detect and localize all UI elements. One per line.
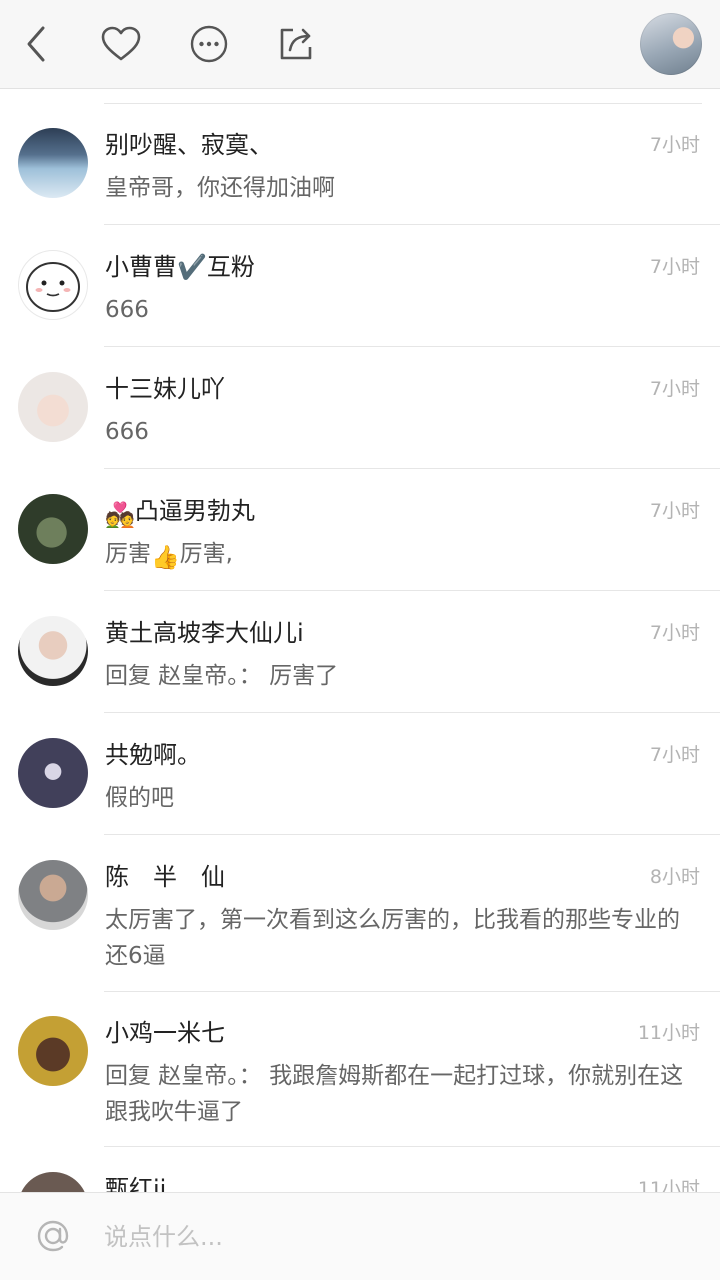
thumbs-up-icon: 👍: [151, 545, 180, 571]
share-button[interactable]: [274, 22, 318, 66]
divider: [104, 103, 702, 104]
comment-text: 太厉害了，第一次看到这么厉害的，比我看的那些专业的还6逼: [105, 907, 680, 969]
comment-author[interactable]: 共勉啊。: [105, 738, 201, 772]
comment-time: 11小时: [637, 1022, 700, 1044]
avatar[interactable]: [18, 128, 88, 198]
comment-text: 回复 赵皇帝。： 我跟詹姆斯都在一起打过球，你就别在这跟我吹牛逼了: [105, 1063, 684, 1125]
divider: [104, 1146, 720, 1147]
comment-time: 7小时: [649, 134, 700, 156]
divider: [104, 468, 720, 469]
comment-author[interactable]: 黄土高坡李大仙儿i: [105, 616, 304, 650]
more-dots-icon: [190, 25, 228, 63]
back-button[interactable]: [14, 22, 58, 66]
comment-time: 8小时: [649, 866, 700, 888]
comment-text: 假的吧: [105, 785, 174, 811]
at-icon[interactable]: [30, 1213, 76, 1259]
heart-icon: [101, 26, 141, 61]
comment-text-part: 厉害,: [179, 541, 233, 567]
comment-list: 别吵醒、寂寞、 7小时 皇帝哥，你还得加油啊 小曹曹✔️互粉 7小时 666 十…: [0, 88, 720, 1192]
comment-author[interactable]: 小曹曹✔️互粉: [105, 250, 255, 284]
user-avatar[interactable]: [640, 13, 702, 75]
comment-screen: 别吵醒、寂寞、 7小时 皇帝哥，你还得加油啊 小曹曹✔️互粉 7小时 666 十…: [0, 0, 720, 1280]
comment-text-part: 厉害: [105, 541, 151, 567]
comment-author[interactable]: 陈 半 仙: [105, 860, 225, 894]
comment-author[interactable]: 💑凸逼男勃丸: [105, 494, 255, 529]
comment-author[interactable]: 别吵醒、寂寞、: [105, 128, 273, 162]
like-button[interactable]: [99, 22, 143, 66]
cartoon-face-icon: [26, 262, 80, 312]
comment-time: 7小时: [649, 744, 700, 766]
comment-input[interactable]: [104, 1215, 684, 1259]
comment-author[interactable]: 甄红ii: [105, 1172, 166, 1192]
divider: [104, 991, 720, 992]
divider: [104, 712, 720, 713]
more-button[interactable]: [187, 22, 231, 66]
comment-time: 7小时: [649, 256, 700, 278]
comment-author-text: 凸逼男勃丸: [134, 497, 255, 525]
avatar[interactable]: [18, 372, 88, 442]
comment-time: 7小时: [649, 378, 700, 400]
avatar[interactable]: [18, 1172, 88, 1192]
divider: [104, 224, 720, 225]
comment-text: 666: [105, 419, 149, 445]
comment-time: 7小时: [649, 500, 700, 522]
share-icon: [280, 28, 312, 60]
comment-text: 厉害👍厉害,: [105, 536, 698, 576]
avatar[interactable]: [18, 250, 88, 320]
comment-time: 11小时: [637, 1178, 700, 1192]
avatar[interactable]: [18, 616, 88, 686]
avatar[interactable]: [18, 738, 88, 808]
comment-text: 皇帝哥，你还得加油啊: [105, 175, 335, 201]
avatar[interactable]: [18, 494, 88, 564]
comment-text: 666: [105, 297, 149, 323]
divider: [104, 834, 720, 835]
divider: [104, 346, 720, 347]
top-bar: [0, 0, 720, 89]
comment-time: 7小时: [649, 622, 700, 644]
avatar[interactable]: [18, 860, 88, 930]
compose-bar: [0, 1192, 720, 1280]
avatar[interactable]: [18, 1016, 88, 1086]
comment-author[interactable]: 十三妹儿吖: [105, 372, 225, 406]
comment-author[interactable]: 小鸡一米七: [105, 1016, 225, 1050]
divider: [104, 590, 720, 591]
couple-emoji-icon: 💑: [105, 501, 135, 529]
chevron-left-icon: [27, 26, 45, 62]
comment-text: 回复 赵皇帝。： 厉害了: [105, 663, 339, 689]
